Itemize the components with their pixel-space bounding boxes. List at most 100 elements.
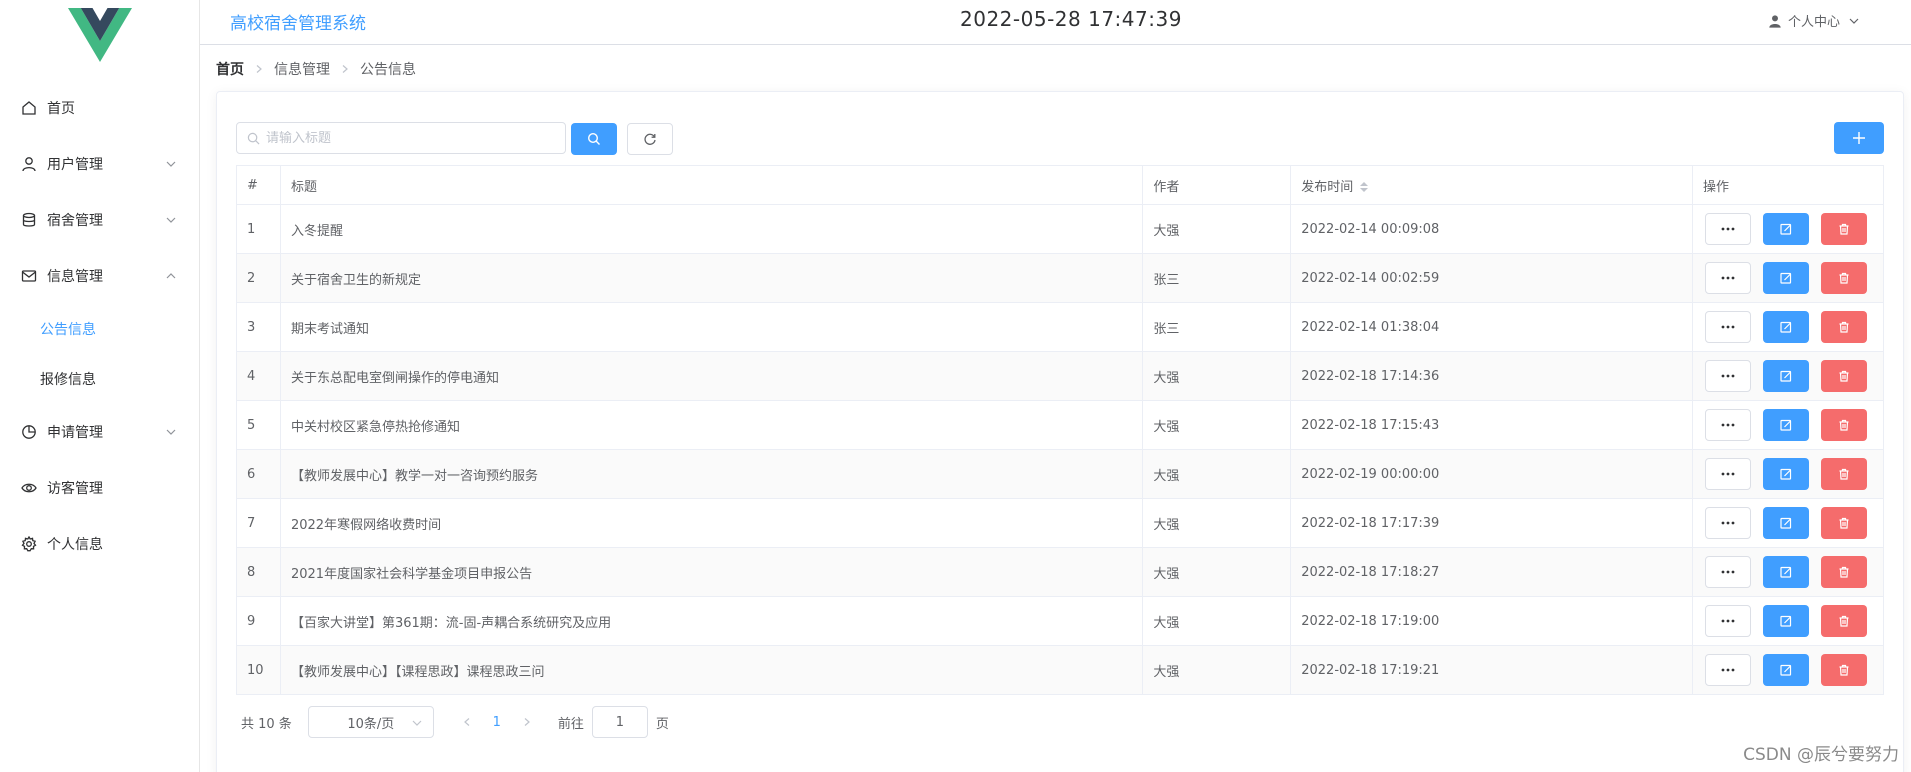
chevron-right-icon xyxy=(254,64,264,74)
goto-page-input[interactable] xyxy=(591,706,648,738)
sidebar-item-label: 信息管理 xyxy=(47,269,103,285)
next-page-button[interactable] xyxy=(512,717,542,727)
more-button[interactable] xyxy=(1704,360,1751,392)
trash-icon xyxy=(1839,615,1849,627)
sidebar-item-dorms[interactable]: 宿舍管理 xyxy=(0,192,199,248)
sidebar-item-profile[interactable]: 个人信息 xyxy=(0,516,199,572)
sidebar-item-visitors[interactable]: 访客管理 xyxy=(0,460,199,516)
cell-title: 期末考试通知 xyxy=(279,302,1144,352)
trash-icon xyxy=(1839,370,1849,382)
ellipsis-icon xyxy=(1721,276,1735,280)
cell-title: 【教师发展中心】教学一对一咨询预约服务 xyxy=(279,449,1144,499)
cell-index: 7 xyxy=(236,498,281,548)
search-field[interactable] xyxy=(236,122,566,154)
more-button[interactable] xyxy=(1704,213,1751,245)
more-button[interactable] xyxy=(1704,605,1751,637)
pie-chart-icon xyxy=(20,423,38,441)
edit-button[interactable] xyxy=(1762,262,1809,294)
submenu-item-repairs[interactable]: 报修信息 xyxy=(0,354,199,404)
cell-actions xyxy=(1691,204,1885,254)
goto-label: 前往 xyxy=(557,716,584,732)
search-input[interactable] xyxy=(266,130,556,146)
edit-button[interactable] xyxy=(1762,213,1809,245)
edit-button[interactable] xyxy=(1762,556,1809,588)
more-button[interactable] xyxy=(1704,458,1751,490)
cell-author: 大强 xyxy=(1142,596,1292,646)
chevron-up-icon xyxy=(165,270,177,282)
pagination: 共 10 条 10条/页 1 前往 页 xyxy=(241,706,669,738)
cell-title: 2022年寒假网络收费时间 xyxy=(279,498,1144,548)
delete-button[interactable] xyxy=(1820,556,1867,588)
sidebar-item-applications[interactable]: 申请管理 xyxy=(0,404,199,460)
sidebar: 首页 用户管理 宿舍管理 信息管理 公告信息 报修信息 申请管理 访客管理 个人… xyxy=(0,0,200,772)
prev-page-button[interactable] xyxy=(452,717,482,727)
edit-button[interactable] xyxy=(1762,654,1809,686)
delete-button[interactable] xyxy=(1820,507,1867,539)
chevron-right-icon xyxy=(340,64,350,74)
ellipsis-icon xyxy=(1721,227,1735,231)
edit-button[interactable] xyxy=(1762,409,1809,441)
add-button[interactable] xyxy=(1834,122,1884,154)
refresh-button[interactable] xyxy=(627,123,673,155)
sidebar-item-home[interactable]: 首页 xyxy=(0,80,199,136)
cell-time: 2022-02-19 00:00:00 xyxy=(1290,449,1693,499)
clock: 2022-05-28 17:47:39 xyxy=(960,7,1182,31)
edit-icon xyxy=(1780,517,1792,529)
delete-button[interactable] xyxy=(1820,605,1867,637)
ellipsis-icon xyxy=(1721,521,1735,525)
page-number-current[interactable]: 1 xyxy=(482,715,512,730)
search-button[interactable] xyxy=(571,123,617,155)
chevron-right-icon xyxy=(524,718,530,726)
chevron-down-icon xyxy=(165,158,177,170)
submenu-item-announcements[interactable]: 公告信息 xyxy=(0,304,199,354)
gear-icon xyxy=(20,535,38,553)
delete-button[interactable] xyxy=(1820,409,1867,441)
cell-title: 2021年度国家社会科学基金项目申报公告 xyxy=(279,547,1144,597)
delete-button[interactable] xyxy=(1820,360,1867,392)
user-center-dropdown[interactable]: 个人中心 xyxy=(1768,11,1866,30)
row-actions xyxy=(1703,213,1883,245)
sidebar-item-label: 个人信息 xyxy=(47,537,103,553)
chevron-down-icon xyxy=(165,426,177,438)
more-button[interactable] xyxy=(1704,311,1751,343)
delete-button[interactable] xyxy=(1820,262,1867,294)
ellipsis-icon xyxy=(1721,570,1735,574)
cell-actions xyxy=(1691,449,1885,499)
table-header-row: # 标题 作者 发布时间 操作 xyxy=(236,165,1885,205)
edit-button[interactable] xyxy=(1762,311,1809,343)
delete-button[interactable] xyxy=(1820,213,1867,245)
table-row: 6 【教师发展中心】教学一对一咨询预约服务 大强 2022-02-19 00:00:0… xyxy=(236,449,1885,499)
delete-button[interactable] xyxy=(1820,311,1867,343)
cell-index: 4 xyxy=(236,351,281,401)
more-button[interactable] xyxy=(1704,556,1751,588)
edit-button[interactable] xyxy=(1762,360,1809,392)
sidebar-item-label: 访客管理 xyxy=(47,481,103,497)
delete-button[interactable] xyxy=(1820,458,1867,490)
edit-button[interactable] xyxy=(1762,507,1809,539)
cell-title: 入冬提醒 xyxy=(279,204,1144,254)
sidebar-item-info[interactable]: 信息管理 xyxy=(0,248,199,304)
edit-button[interactable] xyxy=(1762,458,1809,490)
cell-title: 关于宿舍卫生的新规定 xyxy=(279,253,1144,303)
col-header-time[interactable]: 发布时间 xyxy=(1290,165,1693,205)
user-center-label: 个人中心 xyxy=(1787,15,1840,30)
vue-logo xyxy=(68,8,132,62)
sort-caret-icon[interactable] xyxy=(1359,181,1369,193)
more-button[interactable] xyxy=(1704,409,1751,441)
more-button[interactable] xyxy=(1704,654,1751,686)
row-actions xyxy=(1703,507,1883,539)
more-button[interactable] xyxy=(1704,507,1751,539)
table-row: 10 【教师发展中心】【课程思政】课程思政三问 大强 2022-02-18 17:19… xyxy=(236,645,1885,695)
more-button[interactable] xyxy=(1704,262,1751,294)
page-size-select[interactable]: 10条/页 xyxy=(307,706,434,738)
cell-time: 2022-02-18 17:14:36 xyxy=(1290,351,1693,401)
edit-icon xyxy=(1780,419,1792,431)
breadcrumb-home[interactable]: 首页 xyxy=(216,59,244,79)
cell-author: 大强 xyxy=(1142,204,1292,254)
edit-button[interactable] xyxy=(1762,605,1809,637)
col-header-index: # xyxy=(236,165,281,205)
trash-icon xyxy=(1839,272,1849,284)
sidebar-item-users[interactable]: 用户管理 xyxy=(0,136,199,192)
ellipsis-icon xyxy=(1721,423,1735,427)
delete-button[interactable] xyxy=(1820,654,1867,686)
